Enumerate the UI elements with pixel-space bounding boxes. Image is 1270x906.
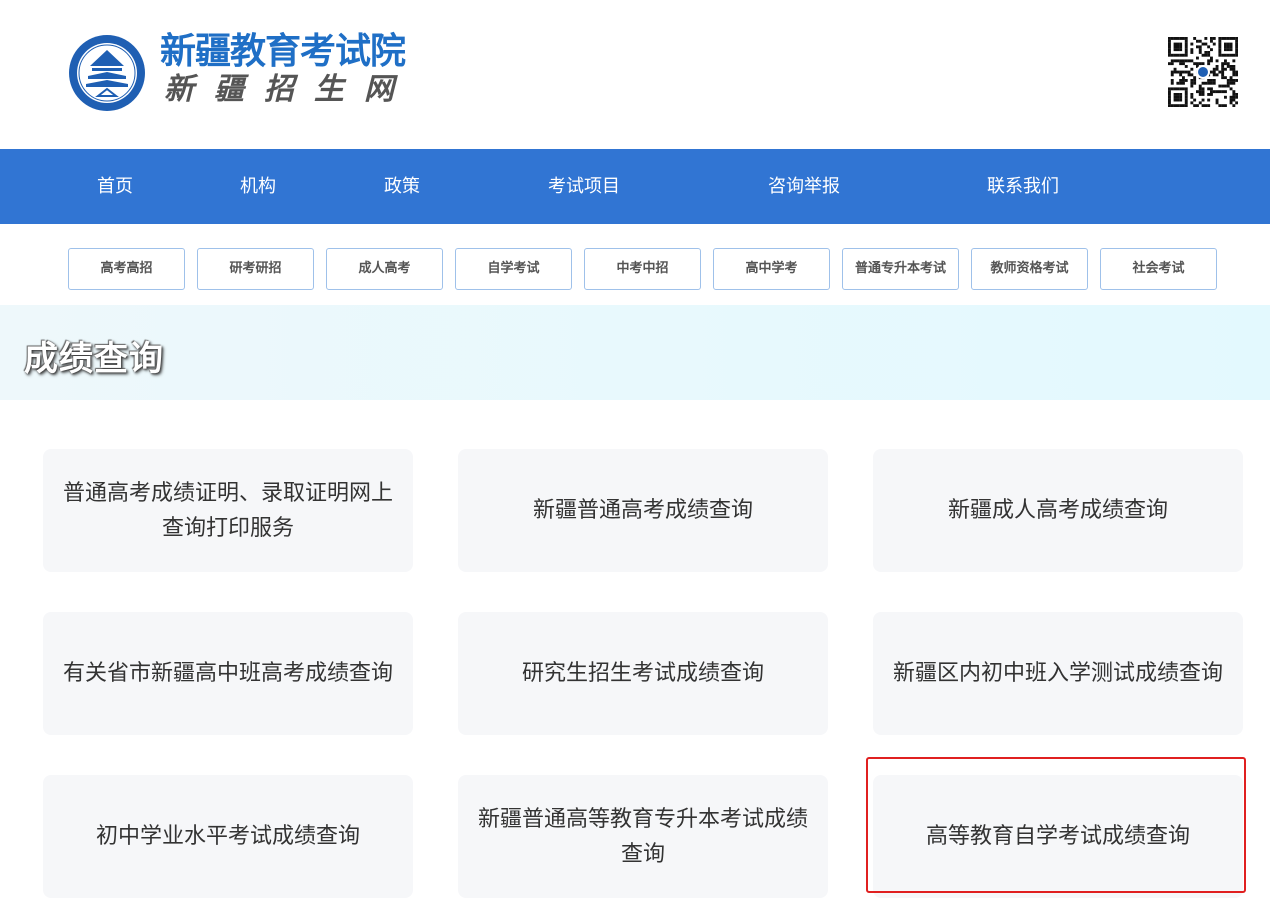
card-gaokao-score[interactable]: 新疆普通高考成绩查询 bbox=[458, 449, 828, 572]
card-label: 新疆区内初中班入学测试成绩查询 bbox=[892, 661, 1223, 686]
page-title: 成绩查询 bbox=[24, 339, 164, 379]
main-nav: 首页 机构 政策 考试项目 咨询举报 联系我们 bbox=[0, 149, 1270, 224]
site-header: 新疆教育考试院 新疆招生网 bbox=[0, 0, 1270, 149]
card-inland-class-gaokao-score[interactable]: 有关省市新疆高中班高考成绩查询 bbox=[43, 612, 413, 735]
nav-item-consult-report[interactable]: 咨询举报 bbox=[754, 149, 854, 224]
card-gaokao-certificate-print[interactable]: 普通高考成绩证明、录取证明网上查询打印服务 bbox=[43, 449, 413, 572]
card-label: 研究生招生考试成绩查询 bbox=[521, 661, 764, 686]
card-label: 高等教育自学考试成绩查询 bbox=[925, 824, 1190, 849]
card-label: 普通高考成绩证明、录取证明网上查询打印服务 bbox=[62, 480, 393, 541]
card-label: 新疆成人高考成绩查询 bbox=[947, 498, 1168, 523]
card-junior-class-entrance-score[interactable]: 新疆区内初中班入学测试成绩查询 bbox=[873, 612, 1243, 735]
subtab-high-school-exam[interactable]: 高中学考 bbox=[713, 248, 830, 290]
card-junior-academic-score[interactable]: 初中学业水平考试成绩查询 bbox=[43, 775, 413, 898]
site-title[interactable]: 新疆教育考试院 bbox=[160, 30, 406, 74]
nav-item-home[interactable]: 首页 bbox=[80, 149, 150, 224]
page-banner: 成绩查询 bbox=[0, 305, 1270, 400]
subtab-teacher-cert[interactable]: 教师资格考试 bbox=[971, 248, 1088, 290]
subtab-gaokao[interactable]: 高考高招 bbox=[68, 248, 185, 290]
subtab-adult-exam[interactable]: 成人高考 bbox=[326, 248, 443, 290]
card-self-study-exam-score[interactable]: 高等教育自学考试成绩查询 bbox=[873, 775, 1243, 898]
institute-seal-icon[interactable] bbox=[68, 34, 146, 112]
nav-item-contact-us[interactable]: 联系我们 bbox=[973, 149, 1073, 224]
subtab-upgrade-exam[interactable]: 普通专升本考试 bbox=[842, 248, 959, 290]
card-label: 有关省市新疆高中班高考成绩查询 bbox=[62, 661, 393, 686]
card-upgrade-exam-score[interactable]: 新疆普通高等教育专升本考试成绩查询 bbox=[458, 775, 828, 898]
card-adult-exam-score[interactable]: 新疆成人高考成绩查询 bbox=[873, 449, 1243, 572]
nav-item-organization[interactable]: 机构 bbox=[223, 149, 293, 224]
subtab-zhongkao[interactable]: 中考中招 bbox=[584, 248, 701, 290]
card-label: 新疆普通高等教育专升本考试成绩查询 bbox=[477, 806, 808, 867]
site-subtitle-logo: 新疆招生网 bbox=[164, 72, 414, 107]
nav-item-policy[interactable]: 政策 bbox=[367, 149, 437, 224]
card-label: 新疆普通高考成绩查询 bbox=[532, 498, 753, 523]
card-graduate-exam-score[interactable]: 研究生招生考试成绩查询 bbox=[458, 612, 828, 735]
subtab-social-exam[interactable]: 社会考试 bbox=[1100, 248, 1217, 290]
nav-item-exam-projects[interactable]: 考试项目 bbox=[534, 149, 634, 224]
qr-code-icon bbox=[1168, 37, 1238, 107]
subtab-self-study-exam[interactable]: 自学考试 bbox=[455, 248, 572, 290]
card-label: 初中学业水平考试成绩查询 bbox=[95, 824, 360, 849]
subtab-graduate-exam[interactable]: 研考研招 bbox=[197, 248, 314, 290]
